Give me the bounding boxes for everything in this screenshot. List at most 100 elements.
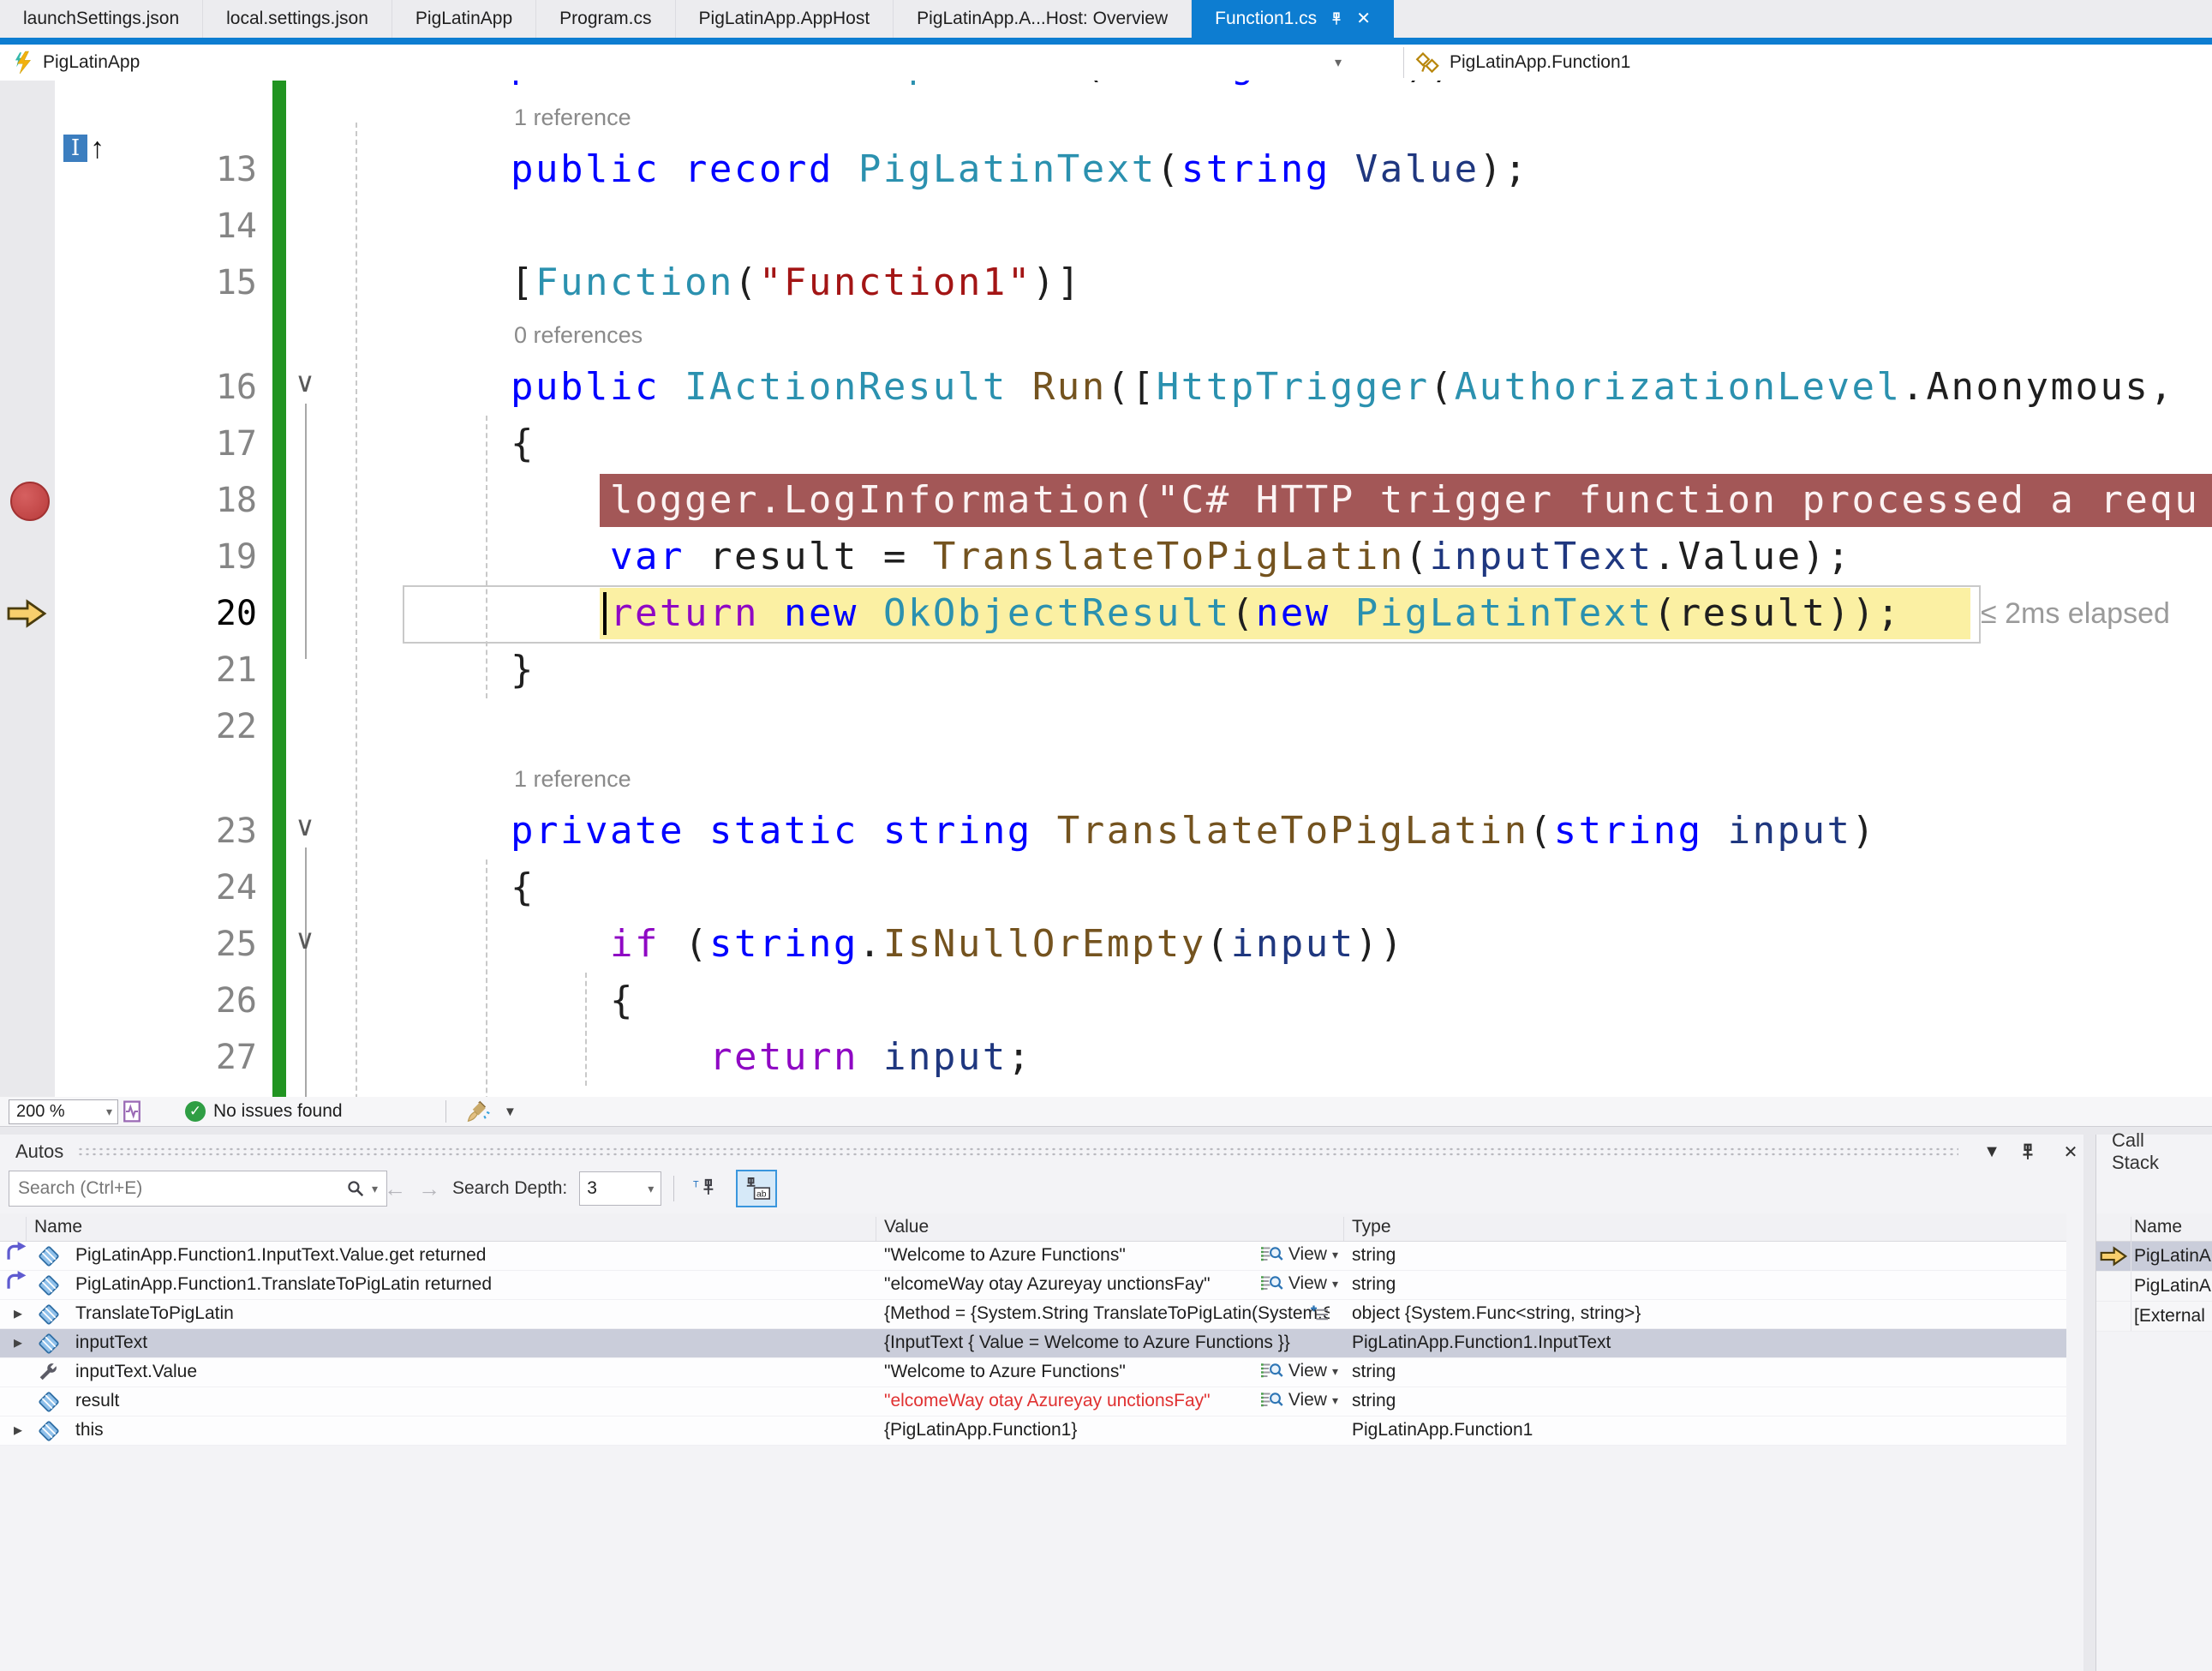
tab-launchsettings-json[interactable]: launchSettings.json <box>0 0 203 38</box>
line-number: 14 <box>0 198 257 255</box>
autos-row-piglatinapp-function1-inputtext-value-get-returned[interactable]: PigLatinApp.Function1.InputText.Value.ge… <box>0 1242 2066 1271</box>
code-line-26[interactable]: 26{ <box>0 973 2212 1029</box>
code-text[interactable]: } <box>610 1086 635 1097</box>
search-depth-dropdown[interactable]: 3 ▾ <box>579 1171 661 1206</box>
tab-piglatinapp[interactable]: PigLatinApp <box>392 0 536 38</box>
code-text[interactable]: } <box>511 642 535 698</box>
view-label: View <box>1288 1361 1327 1381</box>
current-statement-arrow-icon[interactable] <box>5 598 48 629</box>
fold-collapse-icon[interactable]: ∨ <box>286 366 324 398</box>
code-line-18[interactable]: 18logger.LogInformation("C# HTTP trigger… <box>0 472 2212 529</box>
breakpoint-icon[interactable] <box>10 482 50 521</box>
flag-pin-icon[interactable]: T <box>686 1171 724 1206</box>
back-arrow-icon[interactable]: ← <box>384 1176 406 1202</box>
issues-indicator[interactable]: ✓ No issues found <box>185 1097 343 1126</box>
code-text[interactable]: if (string.IsNullOrEmpty(input)) <box>610 916 1405 973</box>
code-text[interactable]: return new OkObjectResult(new PigLatinTe… <box>610 585 1902 642</box>
code-text[interactable]: logger.LogInformation("C# HTTP trigger f… <box>610 472 2199 529</box>
code-text[interactable]: { <box>511 859 535 916</box>
autos-row-result[interactable]: result"elcomeWay otay Azureyay unctionsF… <box>0 1387 2066 1416</box>
call-stack-frame-2[interactable]: [External <box>2096 1302 2212 1332</box>
code-editor[interactable]: 12public record InputText(string Value);… <box>0 81 2212 1097</box>
document-health-icon[interactable] <box>120 1097 144 1126</box>
call-stack-frame-1[interactable]: PigLatinA <box>2096 1272 2212 1302</box>
member-dropdown[interactable]: PigLatinApp.Function1 <box>1415 45 1630 81</box>
view-button[interactable]: View▾ <box>1210 1273 1338 1294</box>
code-line-20[interactable]: 20return new OkObjectResult(new PigLatin… <box>0 585 2212 642</box>
zoom-level-dropdown[interactable]: 200 % ▾ <box>9 1099 118 1124</box>
autos-row-inputtext[interactable]: ▸inputText{InputText { Value = Welcome t… <box>0 1329 2066 1358</box>
code-line-25[interactable]: 25 if (string.IsNullOrEmpty(input)) ∨ <box>0 916 2212 973</box>
autos-row-piglatinapp-function1-translatetopiglatin-returned[interactable]: PigLatinApp.Function1.TranslateToPigLati… <box>0 1271 2066 1300</box>
code-line-24[interactable]: 24{ <box>0 859 2212 916</box>
chevron-down-icon[interactable]: ▾ <box>1335 54 1342 71</box>
fold-collapse-icon[interactable]: ∨ <box>286 810 324 842</box>
view-button[interactable]: View▾ <box>1210 1390 1338 1410</box>
frame-gutter <box>2096 1272 2131 1301</box>
tab-local-settings-json[interactable]: local.settings.json <box>203 0 392 38</box>
code-text[interactable]: { <box>610 973 635 1029</box>
code-line-27[interactable]: 27return input; <box>0 1029 2212 1086</box>
code-line-19[interactable]: 19var result = TranslateToPigLatin(input… <box>0 529 2212 585</box>
code-text[interactable]: return input; <box>709 1029 1032 1086</box>
navbar-divider <box>1403 47 1404 78</box>
autos-row-translatetopiglatin[interactable]: ▸TranslateToPigLatin{Method = {System.St… <box>0 1300 2066 1329</box>
forward-arrow-icon[interactable]: → <box>418 1176 440 1202</box>
window-position-icon[interactable]: ▼ <box>1979 1142 2005 1162</box>
code-line-13[interactable]: 13 public record PigLatinText(string Valu… <box>0 141 2212 198</box>
line-number: 25 <box>0 916 257 973</box>
code-text[interactable]: public record InputText(string Value); <box>511 81 1455 93</box>
expand-arrow-icon[interactable]: ▸ <box>14 1419 22 1440</box>
codelens-references[interactable]: 1 reference <box>514 93 631 141</box>
code-text[interactable]: { <box>511 416 535 472</box>
pin-icon[interactable] <box>1329 10 1344 27</box>
autos-search-input[interactable]: Search (Ctrl+E) ▾ <box>9 1171 387 1207</box>
code-line-16[interactable]: 16public IActionResult Run([HttpTrigger(… <box>0 359 2212 416</box>
codelens-references[interactable]: 0 references <box>514 311 643 359</box>
autos-title-bar[interactable]: Autos ▼ ✕ <box>0 1135 2083 1169</box>
chevron-down-icon[interactable]: ▼ <box>504 1097 517 1126</box>
fold-collapse-icon[interactable]: ∨ <box>286 923 324 955</box>
chevron-down-icon[interactable]: ▾ <box>372 1182 378 1196</box>
close-icon[interactable]: ✕ <box>2058 1141 2083 1163</box>
tab-piglatinapp-apphost[interactable]: PigLatinApp.AppHost <box>676 0 894 38</box>
code-line-28[interactable]: 28} <box>0 1086 2212 1097</box>
code-text[interactable]: public IActionResult Run([HttpTrigger(Au… <box>511 359 2174 416</box>
code-text[interactable]: private static string TranslateToPigLati… <box>511 803 1877 859</box>
project-dropdown[interactable]: PigLatinApp ▾ <box>12 45 1366 81</box>
close-icon[interactable]: ✕ <box>1356 10 1371 27</box>
pin-icon[interactable] <box>2018 1142 2044 1161</box>
code-line-12[interactable]: 12public record InputText(string Value); <box>0 81 2212 93</box>
column-header-value[interactable]: Value <box>884 1217 929 1237</box>
code-line-14[interactable]: 14 <box>0 198 2212 255</box>
autos-row-inputtext-value[interactable]: inputText.Value"Welcome to Azure Functio… <box>0 1358 2066 1387</box>
expand-arrow-icon[interactable]: ▸ <box>14 1303 22 1324</box>
call-stack-title-bar[interactable]: Call Stack <box>2096 1135 2212 1169</box>
column-header-name[interactable]: Name <box>2134 1217 2182 1237</box>
autos-row-this[interactable]: ▸this{PigLatinApp.Function1}PigLatinApp.… <box>0 1416 2066 1446</box>
code-line-17[interactable]: 17{ <box>0 416 2212 472</box>
code-text[interactable]: var result = TranslateToPigLatin(inputTe… <box>610 529 1852 585</box>
tab-function1-cs[interactable]: Function1.cs✕ <box>1192 0 1394 38</box>
code-line-15[interactable]: 15[Function("Function1")] <box>0 255 2212 311</box>
code-line-22[interactable]: 22 <box>0 698 2212 755</box>
tab-program-cs[interactable]: Program.cs <box>536 0 675 38</box>
view-button[interactable]: View▾ <box>1210 1361 1338 1381</box>
expand-arrow-icon[interactable]: ▸ <box>14 1332 22 1353</box>
tab-piglatinapp-a-host-overview[interactable]: PigLatinApp.A...Host: Overview <box>894 0 1192 38</box>
code-text[interactable]: public record PigLatinText(string Value)… <box>511 141 1529 198</box>
code-cleanup-icon[interactable] <box>464 1097 490 1126</box>
call-stack-frame-0[interactable]: PigLatinA <box>2096 1242 2212 1272</box>
line-number: 13 <box>0 141 257 198</box>
code-line-23[interactable]: 23private static string TranslateToPigLa… <box>0 803 2212 859</box>
code-line-21[interactable]: 21} <box>0 642 2212 698</box>
view-button[interactable]: View▾ <box>1210 1244 1338 1265</box>
results-view-icon[interactable] <box>1309 1304 1331 1325</box>
column-header-type[interactable]: Type <box>1352 1217 1391 1237</box>
frame-name: PigLatinA <box>2134 1276 2211 1297</box>
codelens-references[interactable]: 1 reference <box>514 755 631 803</box>
code-text[interactable]: [Function("Function1")] <box>511 255 1082 311</box>
pin-values-icon[interactable]: ab <box>736 1170 777 1207</box>
fold-guide-line <box>305 404 307 659</box>
column-header-name[interactable]: Name <box>34 1217 82 1237</box>
